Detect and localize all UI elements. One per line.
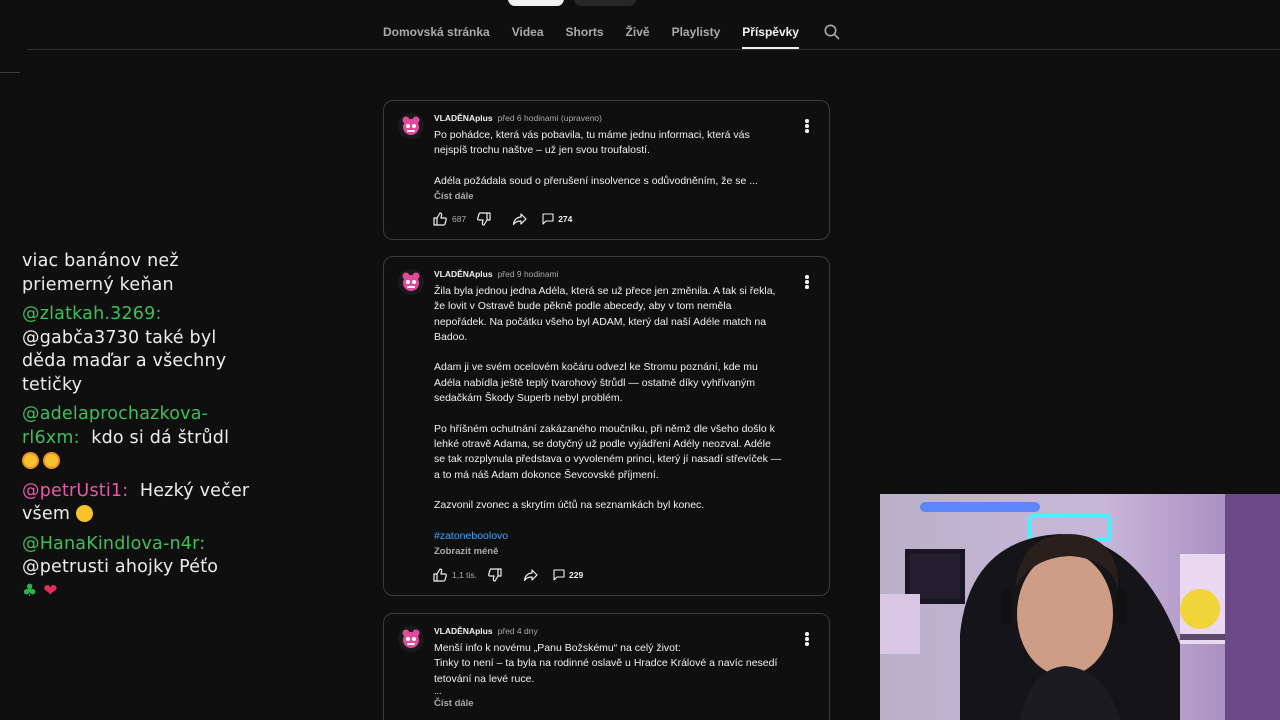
post-actions: 687 274: [432, 211, 572, 227]
comment-count: 274: [558, 214, 573, 224]
comment-icon: [553, 569, 565, 581]
chat-message-text: @gabča3730 také byl děda maďar a všechny…: [22, 327, 227, 395]
like-button[interactable]: 1,1 tis.: [432, 567, 477, 583]
post-text: Po pohádce, která vás pobavila, tu máme …: [434, 128, 784, 204]
chat-username: @HanaKindlova-n4r: [22, 533, 200, 554]
post-header: VLADĚNAplus před 6 hodinami (upraveno): [434, 113, 602, 123]
tab-live[interactable]: Živě: [626, 20, 650, 44]
community-post: VLADĚNAplus před 9 hodinami Žila byla jed…: [383, 256, 830, 596]
author-name[interactable]: VLADĚNAplus: [434, 626, 493, 636]
hashtag-link[interactable]: #zatoneboolovo: [434, 529, 784, 544]
read-more-link[interactable]: Číst dále: [434, 696, 784, 711]
dislike-button[interactable]: [476, 211, 492, 227]
thumbs-up-icon: [433, 212, 447, 226]
comments-button[interactable]: 229: [553, 569, 583, 581]
post-time[interactable]: před 9 hodinami: [498, 269, 559, 279]
post-header: VLADĚNAplus před 9 hodinami: [434, 269, 559, 279]
share-icon: [523, 569, 538, 582]
thumbs-up-icon: [433, 568, 447, 582]
chat-separator: :: [122, 480, 129, 501]
chat-separator: :: [199, 533, 206, 554]
chat-message-text: @petrusti ahojky Péťo: [22, 557, 219, 577]
clover-icon: ♣: [22, 580, 38, 601]
share-button[interactable]: [512, 211, 528, 227]
comment-count: 229: [569, 570, 584, 580]
winking-emoji-icon: [75, 505, 93, 522]
author-name[interactable]: VLADĚNAplus: [434, 269, 493, 279]
chat-message: @zlatkah.3269: @gabča3730 také byl děda m…: [22, 303, 252, 397]
post-paragraph: Menší info k novému „Panu Božskému“ na c…: [434, 642, 681, 654]
channel-tabs: Domovská stránka Videa Shorts Živě Playl…: [383, 20, 841, 49]
tab-playlists[interactable]: Playlisty: [672, 20, 721, 44]
chat-message: @petrUsti1: Hezký večer všem: [22, 480, 252, 527]
heart-icon: ❤: [43, 580, 58, 601]
avatar[interactable]: [398, 113, 424, 139]
post-ellipsis: ...: [434, 685, 442, 696]
more-options-icon[interactable]: [805, 119, 809, 133]
like-button[interactable]: 687: [432, 211, 466, 227]
tabs-divider: [27, 49, 1280, 50]
post-paragraph: Po hříšném ochutnání zakázaného moučníku…: [434, 422, 782, 481]
chat-message: @HanaKindlova-n4r: @petrusti ahojky Péťo ♣…: [22, 533, 252, 604]
search-icon[interactable]: [823, 23, 841, 41]
comments-button[interactable]: 274: [542, 213, 572, 225]
divider: [0, 72, 20, 73]
tab-posts[interactable]: Příspěvky: [742, 20, 799, 49]
community-post: VLADĚNAplus před 4 dny Menší info k novém…: [383, 613, 830, 720]
chat-message-text: viac banánov než priemerný keňan: [22, 251, 179, 295]
dislike-button[interactable]: [487, 567, 503, 583]
post-paragraph: Adam ji ve svém ocelovém kočáru odvezl k…: [434, 361, 758, 405]
share-button[interactable]: [523, 567, 539, 583]
laughing-emoji-icon: [22, 452, 39, 469]
filter-chip[interactable]: [508, 0, 564, 6]
post-paragraph: Tinky to není – ta byla na rodinné oslav…: [434, 657, 778, 685]
chat-message: @adelaprochazkova-rl6xm: kdo si dá štrůd…: [22, 403, 252, 474]
show-less-link[interactable]: Zobrazit méně: [434, 544, 784, 559]
post-time[interactable]: před 4 dny: [498, 626, 538, 636]
chat-separator: :: [73, 427, 80, 448]
chat-username: @zlatkah.3269: [22, 304, 156, 324]
chat-separator: :: [155, 304, 162, 324]
post-paragraph: Adéla požádala soud o přerušení insolven…: [434, 174, 758, 187]
community-post: VLADĚNAplus před 6 hodinami (upraveno) Po…: [383, 100, 830, 240]
tab-videos[interactable]: Videa: [512, 20, 544, 44]
tab-shorts[interactable]: Shorts: [566, 20, 604, 44]
filter-chip[interactable]: [574, 0, 636, 6]
post-text: Menší info k novému „Panu Božskému“ na c…: [434, 641, 784, 711]
share-icon: [513, 213, 527, 226]
avatar[interactable]: [398, 626, 424, 652]
thumbs-down-icon: [488, 568, 502, 582]
post-paragraph: Po pohádce, která vás pobavila, tu máme …: [434, 129, 750, 157]
post-paragraph: Žila byla jednou jedna Adéla, která se u…: [434, 285, 776, 343]
thumbs-down-icon: [477, 212, 491, 226]
page: Domovská stránka Videa Shorts Živě Playl…: [0, 0, 1280, 720]
read-more-link[interactable]: Číst dále: [434, 189, 784, 204]
post-paragraph: Zazvonil zvonec a skrytím účtů na seznam…: [434, 499, 705, 512]
webcam-overlay: [880, 494, 1280, 720]
chat-message: viac banánov než priemerný keňan: [22, 250, 252, 297]
tab-home[interactable]: Domovská stránka: [383, 20, 490, 44]
chat-username: @petrUsti1: [22, 480, 123, 501]
laughing-emoji-icon: [43, 452, 60, 469]
like-count: 1,1 tis.: [452, 570, 478, 580]
stream-chat-overlay: viac banánov než priemerný keňan @zlatka…: [22, 250, 252, 609]
post-text: Žila byla jednou jedna Adéla, která se u…: [434, 284, 784, 559]
more-options-icon[interactable]: [805, 275, 809, 289]
like-count: 687: [452, 214, 467, 224]
post-time[interactable]: před 6 hodinami (upraveno): [498, 113, 602, 123]
post-header: VLADĚNAplus před 4 dny: [434, 626, 538, 636]
more-options-icon[interactable]: [805, 632, 809, 646]
post-actions: 1,1 tis. 229: [432, 567, 583, 583]
author-name[interactable]: VLADĚNAplus: [434, 113, 493, 123]
comment-icon: [542, 213, 554, 225]
avatar[interactable]: [398, 269, 424, 295]
chat-message-text: kdo si dá štrůdl: [91, 427, 230, 448]
